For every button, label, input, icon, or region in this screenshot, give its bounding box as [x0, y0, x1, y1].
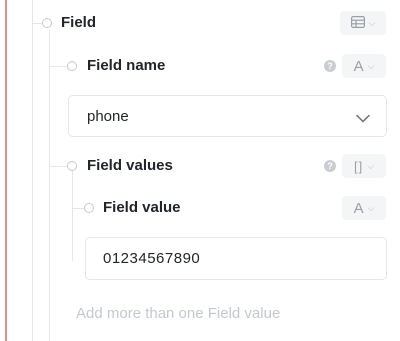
chevron-down-icon: ⌵ — [367, 60, 375, 71]
field-name-type-button[interactable]: A ⌵ — [342, 54, 386, 78]
field-bullet — [42, 18, 52, 28]
field-name-bullet — [67, 61, 77, 71]
help-icon[interactable]: ? — [324, 160, 336, 172]
field-value-type-button[interactable]: A ⌵ — [342, 196, 386, 220]
field-type-button[interactable]: ⌵ — [340, 11, 386, 35]
field-value-text: 01234567890 — [103, 250, 201, 267]
field-values-label: Field values — [87, 157, 173, 174]
table-icon — [350, 15, 365, 32]
field-value-input[interactable]: 01234567890 — [85, 237, 387, 280]
tree-line — [49, 30, 50, 341]
array-brackets-icon: [] — [353, 158, 364, 174]
field-name-value: phone — [87, 107, 129, 125]
field-name-label: Field name — [87, 57, 166, 74]
field-name-select[interactable]: phone — [68, 95, 387, 137]
tree-line — [32, 23, 42, 24]
tree-line — [72, 171, 73, 261]
tree-line — [32, 0, 33, 341]
chevron-down-icon: ⌵ — [368, 17, 376, 28]
required-indicator-line — [5, 0, 7, 341]
add-more-button[interactable]: Add more than one Field value — [76, 305, 280, 322]
field-values-type-button[interactable]: [] ⌵ — [342, 154, 386, 178]
chevron-down-icon: ⌵ — [367, 160, 375, 171]
tree-line — [72, 208, 84, 209]
field-label: Field — [61, 14, 97, 31]
tree-line — [49, 66, 67, 67]
field-value-label: Field value — [103, 199, 181, 216]
help-icon[interactable]: ? — [324, 60, 336, 72]
field-value-bullet — [84, 203, 94, 213]
text-A-icon: A — [353, 57, 364, 75]
field-values-bullet — [67, 161, 77, 171]
chevron-down-icon — [356, 110, 370, 127]
chevron-down-icon: ⌵ — [367, 202, 375, 213]
text-A-icon: A — [353, 199, 364, 217]
tree-line — [49, 166, 67, 167]
